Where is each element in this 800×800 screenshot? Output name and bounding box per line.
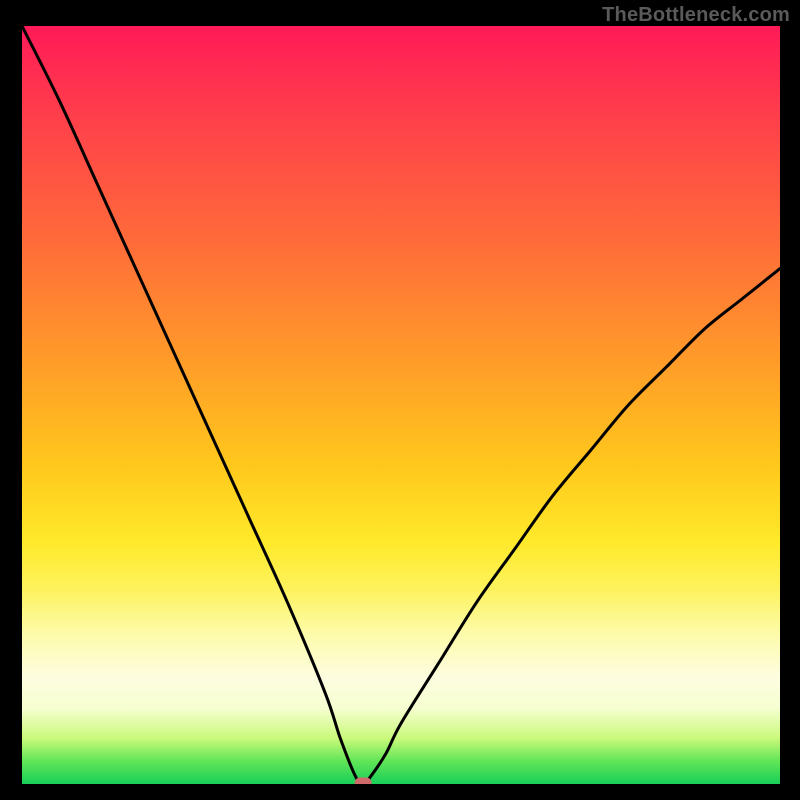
watermark-text: TheBottleneck.com — [602, 4, 790, 27]
plot-area — [22, 26, 780, 784]
chart-frame: TheBottleneck.com — [0, 0, 800, 800]
optimum-marker — [355, 778, 371, 784]
bottleneck-curve-svg — [22, 26, 780, 784]
bottleneck-curve-path — [22, 26, 780, 784]
